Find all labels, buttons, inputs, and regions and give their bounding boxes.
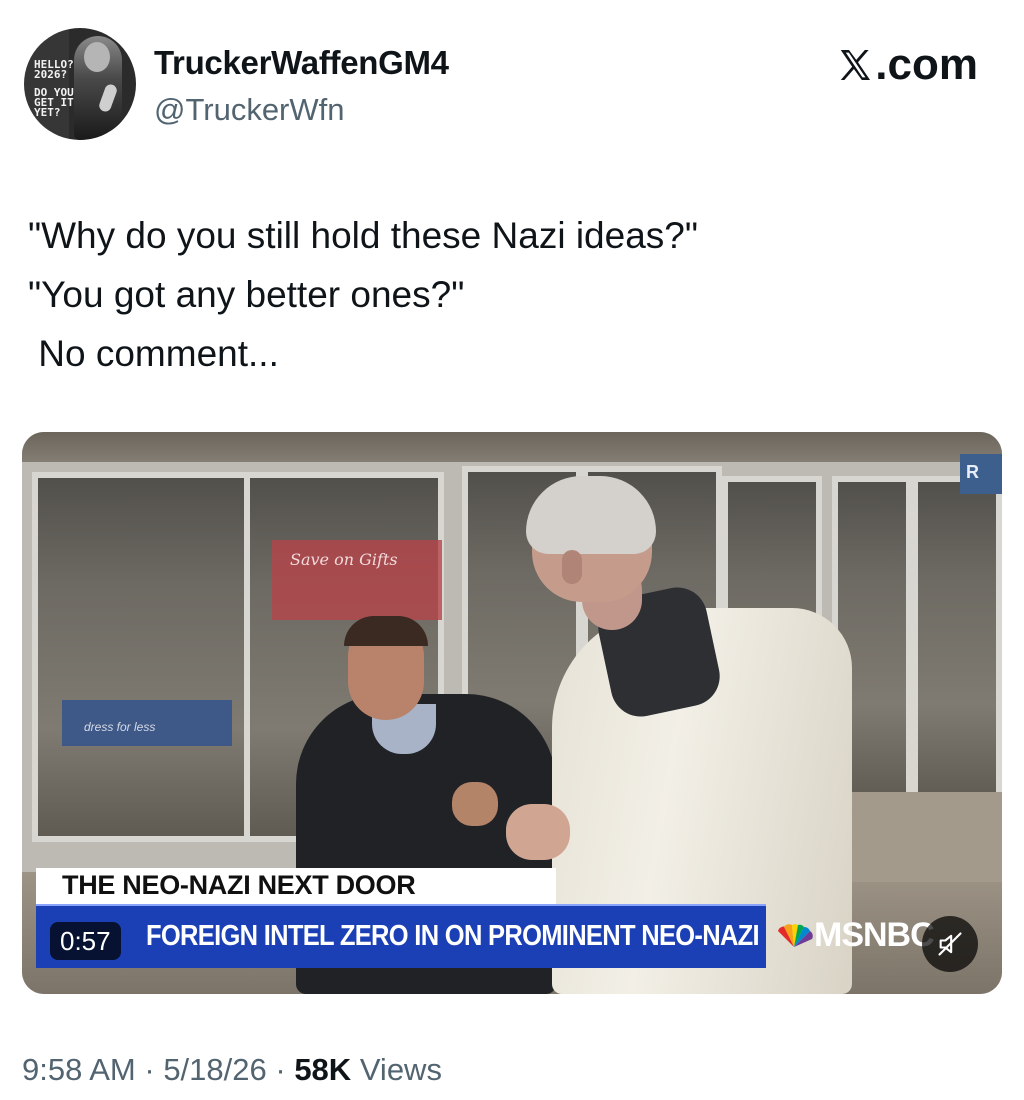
tweet-date[interactable]: 5/18/26 [163, 1052, 266, 1087]
video-player[interactable]: dress for less Save on Gifts R THE NEO-N… [22, 432, 1002, 994]
red-sign-text: Save on Gifts [290, 550, 398, 569]
x-logo[interactable]: .com [836, 40, 978, 90]
person-right-hand [506, 804, 570, 860]
avatar-text-line: YET? [34, 106, 61, 119]
chyron-headline: THE NEO-NAZI NEXT DOOR [36, 868, 556, 904]
video-duration-badge: 0:57 [50, 922, 121, 960]
store-sign-text: dress for less [84, 720, 156, 734]
storefront-door [912, 476, 1002, 806]
views-label: Views [359, 1052, 442, 1087]
tweet-metadata: 9:58 AM · 5/18/26 · 58K Views [22, 1052, 442, 1088]
tweet-time[interactable]: 9:58 AM [22, 1052, 136, 1087]
speaker-muted-icon [938, 932, 962, 956]
separator-dot: · [266, 1052, 295, 1087]
views-count[interactable]: 58K [294, 1052, 351, 1087]
avatar-text-line: 2026? [34, 68, 68, 81]
person-left-hand [452, 782, 498, 826]
avatar[interactable]: HELLO? 2026? DO YOU GET IT YET? [24, 28, 136, 140]
tweet-text: "Why do you still hold these Nazi ideas?… [28, 206, 988, 383]
site-label: .com [875, 40, 978, 89]
corner-sign: R [960, 454, 1002, 494]
separator-dot: · [135, 1052, 164, 1087]
person-right-ear [562, 550, 582, 584]
chyron-headline-text: THE NEO-NAZI NEXT DOOR [62, 870, 416, 900]
tweet-text-line: "You got any better ones?" [28, 274, 465, 315]
tweet-text-line: No comment... [28, 333, 279, 374]
chyron-ticker: FOREIGN INTEL ZERO IN ON PROMINENT NEO-N… [36, 904, 766, 968]
tweet-header: HELLO? 2026? DO YOU GET IT YET? TruckerW… [0, 0, 1024, 160]
x-icon [841, 49, 871, 81]
author-display-name[interactable]: TruckerWaffenGM4 [154, 44, 449, 82]
avatar-overlay [24, 28, 136, 140]
author-handle[interactable]: @TruckerWfn [154, 92, 345, 128]
chyron-ticker-text: FOREIGN INTEL ZERO IN ON PROMINENT NEO-N… [146, 920, 760, 952]
storefront-window [32, 472, 252, 842]
network-logo-text: MSNBC [814, 916, 935, 954]
mute-button[interactable] [922, 916, 978, 972]
tweet-text-line: "Why do you still hold these Nazi ideas?… [28, 215, 698, 256]
peacock-icon [778, 923, 813, 947]
network-logo: MSNBC [774, 916, 935, 955]
